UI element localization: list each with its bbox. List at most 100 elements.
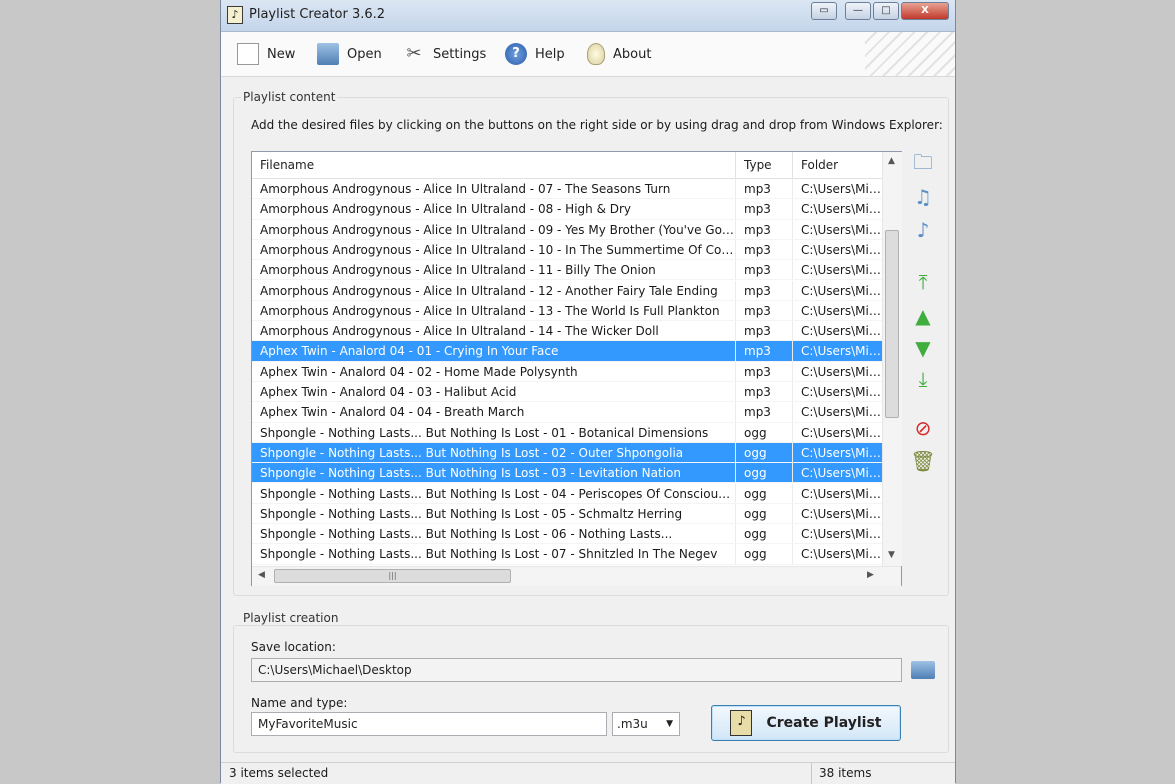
cell-folder: C:\Users\Micha [801,486,882,501]
cell-folder: C:\Users\Micha [801,527,882,542]
table-row[interactable]: Amorphous Androgynous - Alice In Ultrala… [252,280,882,301]
scroll-left-arrow-icon[interactable]: ◀ [258,570,265,580]
cell-type: ogg [736,463,793,483]
move-up-button[interactable]: ▲ [909,302,937,330]
cell-folder: C:\Users\Micha [801,385,882,399]
table-row[interactable]: Shpongle - Nothing Lasts... But Nothing … [252,442,882,464]
playlist-name-input[interactable]: MyFavoriteMusic [251,712,607,736]
lightbulb-icon [587,43,605,65]
move-bottom-button[interactable]: ⤓ [909,365,937,393]
horizontal-scroll-thumb[interactable]: ||| [274,569,511,583]
table-row[interactable]: Aphex Twin - Analord 04 - 02 - Home Made… [252,361,882,382]
cell-filename: Amorphous Androgynous - Alice In Ultrala… [252,300,736,321]
settings-button[interactable]: ✂ Settings [403,41,486,67]
move-top-button[interactable]: ⤒ [909,268,937,296]
help-button[interactable]: ? Help [505,41,565,67]
table-row[interactable]: Shpongle - Nothing Lasts... But Nothing … [252,463,882,484]
create-playlist-button[interactable]: ♪ Create Playlist [711,705,901,741]
cell-folder: C:\Users\Micha [801,506,882,521]
cell-type: mp3 [736,179,793,199]
settings-tools-icon: ✂ [406,43,422,64]
column-header-filename[interactable]: Filename [252,152,736,178]
cell-folder: C:\Users\Micha [801,182,882,196]
column-header-folder[interactable]: Folder [793,152,882,178]
playlist-creation-label: Playlist creation [241,611,341,625]
app-icon: ♪ [227,6,243,24]
status-count: 38 items [819,766,872,780]
restore-window-button[interactable]: ▭ [811,2,837,20]
remove-button[interactable]: ⊘ [909,414,937,442]
cell-folder: C:\Users\Micha [801,202,882,217]
table-row[interactable]: Amorphous Androgynous - Alice In Ultrala… [252,179,882,200]
vertical-scrollbar[interactable]: ▲ ▼ [882,152,902,566]
playlist-file-icon: ♪ [730,710,753,736]
scroll-right-arrow-icon[interactable]: ▶ [867,570,874,580]
folder-icon [911,661,935,679]
help-icon: ? [505,43,527,65]
table-row[interactable]: Aphex Twin - Analord 04 - 03 - Halibut A… [252,382,882,403]
cell-filename: Shpongle - Nothing Lasts... But Nothing … [252,422,736,442]
cell-folder: C:\Users\Micha [801,344,882,359]
table-row[interactable]: Amorphous Androgynous - Alice In Ultrala… [252,260,882,281]
cell-type: mp3 [736,219,793,239]
table-row[interactable]: Aphex Twin - Analord 04 - 01 - Crying In… [252,341,882,362]
table-row[interactable]: Shpongle - Nothing Lasts... But Nothing … [252,422,882,443]
cell-folder: C:\Users\Micha [801,466,882,481]
cell-folder: C:\Users\Micha [801,222,882,237]
add-folder-button[interactable]: 🗀 [909,150,937,179]
cell-type: ogg [736,442,793,463]
cell-type: mp3 [736,199,793,219]
table-row[interactable]: Shpongle - Nothing Lasts... But Nothing … [252,524,882,545]
add-playlist-icon: ♪ [916,218,930,242]
toolbar-decoration [865,32,955,76]
add-files-button[interactable]: ♫ [909,183,937,211]
table-row[interactable]: Amorphous Androgynous - Alice In Ultrala… [252,321,882,342]
cell-filename: Shpongle - Nothing Lasts... But Nothing … [252,544,736,564]
clear-button[interactable]: 🗑 [909,447,937,475]
column-header-type[interactable]: Type [736,152,793,178]
scroll-down-arrow-icon[interactable]: ▼ [888,550,895,560]
minimize-button[interactable]: — [845,2,871,20]
cell-type: ogg [736,483,793,503]
cell-filename: Shpongle - Nothing Lasts... But Nothing … [252,442,736,463]
playlist-content-label: Playlist content [241,90,338,104]
table-row[interactable]: Shpongle - Nothing Lasts... But Nothing … [252,544,882,565]
table-row[interactable]: Amorphous Androgynous - Alice In Ultrala… [252,219,882,240]
cell-type: mp3 [736,321,793,341]
new-button[interactable]: New [237,41,295,67]
cell-folder: C:\Users\Micha [801,283,882,298]
window-title: Playlist Creator 3.6.2 [249,7,386,22]
cell-filename: Amorphous Androgynous - Alice In Ultrala… [252,280,736,300]
vertical-scroll-thumb[interactable] [885,230,899,418]
cell-filename: Shpongle - Nothing Lasts... But Nothing … [252,463,736,483]
open-button[interactable]: Open [317,41,382,67]
scroll-up-arrow-icon[interactable]: ▲ [888,156,895,166]
cell-type: mp3 [736,280,793,300]
add-music-file-icon: ♫ [914,185,932,209]
maximize-button[interactable]: □ [873,2,899,20]
table-row[interactable]: Shpongle - Nothing Lasts... But Nothing … [252,483,882,504]
table-row[interactable]: Amorphous Androgynous - Alice In Ultrala… [252,300,882,322]
cell-folder: C:\Users\Micha [801,303,882,318]
table-row[interactable]: Amorphous Androgynous - Alice In Ultrala… [252,239,882,261]
app-window: ♪ Playlist Creator 3.6.2 ▭ — □ X New Ope… [220,0,956,784]
arrow-up-icon: ▲ [915,304,931,328]
cell-folder: C:\Users\Micha [801,242,882,257]
playlist-type-select[interactable]: .m3u ▼ [612,712,680,736]
close-button[interactable]: X [901,2,949,20]
browse-folder-button[interactable] [909,657,937,683]
about-button[interactable]: About [587,41,651,67]
table-row[interactable]: Amorphous Androgynous - Alice In Ultrala… [252,199,882,220]
horizontal-scrollbar[interactable]: ◀ ||| ▶ [252,566,901,586]
move-down-button[interactable]: ▼ [909,334,937,362]
add-playlist-button[interactable]: ♪ [909,216,937,244]
cell-folder: C:\Users\Micha [801,364,882,379]
save-location-field[interactable]: C:\Users\Michael\Desktop [251,658,902,682]
cell-filename: Amorphous Androgynous - Alice In Ultrala… [252,199,736,219]
cell-type: mp3 [736,341,793,361]
cell-filename: Shpongle - Nothing Lasts... But Nothing … [252,524,736,544]
table-row[interactable]: Shpongle - Nothing Lasts... But Nothing … [252,503,882,525]
toolbar: New Open ✂ Settings ? Help About [221,32,955,77]
file-table[interactable]: Filename Type Folder Amorphous Androgyno… [251,151,902,586]
table-row[interactable]: Aphex Twin - Analord 04 - 04 - Breath Ma… [252,402,882,423]
